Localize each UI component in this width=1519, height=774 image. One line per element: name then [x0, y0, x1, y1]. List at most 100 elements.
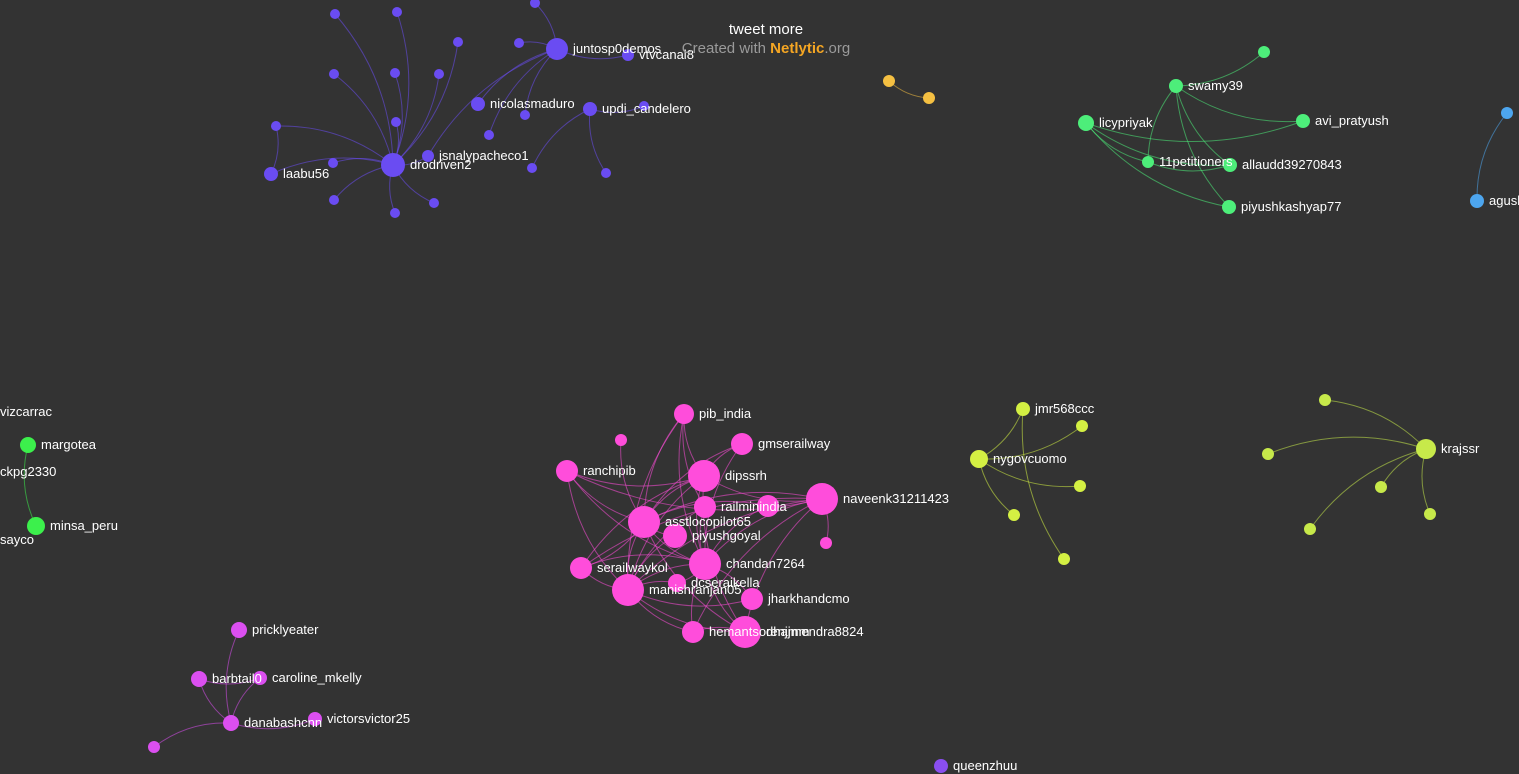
- node-label: caroline_mkelly: [272, 670, 362, 685]
- node[interactable]: [1058, 553, 1070, 565]
- node[interactable]: [329, 69, 339, 79]
- node-label: serailwaykol: [597, 560, 668, 575]
- node[interactable]: [601, 168, 611, 178]
- node-jharkhandcmo[interactable]: [741, 588, 763, 610]
- node-laabu56[interactable]: [264, 167, 278, 181]
- node-jmr568ccc[interactable]: [1016, 402, 1030, 416]
- node-pricklyeater[interactable]: [231, 622, 247, 638]
- node[interactable]: [520, 110, 530, 120]
- node-dipssrh[interactable]: [688, 460, 720, 492]
- node-agusl[interactable]: [1470, 194, 1484, 208]
- node-asstlocopilot65[interactable]: [628, 506, 660, 538]
- node-label: pricklyeater: [252, 622, 319, 637]
- node-queenzhuu[interactable]: [934, 759, 948, 773]
- node[interactable]: [392, 7, 402, 17]
- node-label: agusl: [1489, 193, 1519, 208]
- edge: [270, 125, 279, 175]
- node-margotea[interactable]: [20, 437, 36, 453]
- netlytic-credit: Created with Netlytic.org: [0, 39, 1519, 58]
- node-label: avi_pratyush: [1315, 113, 1389, 128]
- node-nygovcuomo[interactable]: [970, 450, 988, 468]
- node[interactable]: [923, 92, 935, 104]
- node-piyushkashyap77[interactable]: [1222, 200, 1236, 214]
- node[interactable]: [1501, 107, 1513, 119]
- node-avi_pratyush[interactable]: [1296, 114, 1310, 128]
- node[interactable]: [1074, 480, 1086, 492]
- edge: [1175, 85, 1230, 208]
- node-label: danabashcnn: [244, 715, 322, 730]
- node-label: 11petitioners: [1159, 154, 1233, 169]
- tweet-more-link[interactable]: tweet more: [0, 20, 1519, 39]
- node[interactable]: [328, 158, 338, 168]
- node-label: piyushkashyap77: [1241, 199, 1341, 214]
- node-label: queenzhuu: [953, 758, 1017, 773]
- node-label: vizcarrac: [0, 404, 53, 419]
- node[interactable]: [1076, 420, 1088, 432]
- edge: [1021, 408, 1065, 560]
- node-label: dipssrh: [725, 468, 767, 483]
- node-label: margotea: [41, 437, 97, 452]
- node-ranchipib[interactable]: [556, 460, 578, 482]
- node-label: nicolasmaduro: [490, 96, 575, 111]
- node-krajssr[interactable]: [1416, 439, 1436, 459]
- node-label: chandan7264: [726, 556, 805, 571]
- edge: [978, 458, 1015, 516]
- node[interactable]: [330, 9, 340, 19]
- node[interactable]: [1008, 509, 1020, 521]
- network-graph[interactable]: juntosp0demosvtvcanal8nicolasmaduro updi_…: [0, 0, 1519, 774]
- node[interactable]: [429, 198, 439, 208]
- node[interactable]: [484, 130, 494, 140]
- edge: [392, 41, 459, 166]
- node[interactable]: [271, 121, 281, 131]
- node-naveenk31211423[interactable]: [806, 483, 838, 515]
- node[interactable]: [390, 208, 400, 218]
- node-manishranjan05[interactable]: [612, 574, 644, 606]
- node[interactable]: [820, 537, 832, 549]
- node-updi_candelero[interactable]: [583, 102, 597, 116]
- edge: [589, 108, 607, 174]
- node-11petitioners[interactable]: [1142, 156, 1154, 168]
- node-gmserailway[interactable]: [731, 433, 753, 455]
- node[interactable]: [527, 163, 537, 173]
- node[interactable]: [615, 434, 627, 446]
- node-label: jmr568ccc: [1034, 401, 1095, 416]
- node-label: pib_india: [699, 406, 752, 421]
- node-label: barbtail0: [212, 671, 262, 686]
- node[interactable]: [434, 69, 444, 79]
- node-label: victorsvictor25: [327, 711, 410, 726]
- node[interactable]: [1424, 508, 1436, 520]
- node-label: manishranjan05: [649, 582, 742, 597]
- node[interactable]: [390, 68, 400, 78]
- node-danabashcnn[interactable]: [223, 715, 239, 731]
- node-label: nygovcuomo: [993, 451, 1067, 466]
- edge: [1267, 436, 1427, 455]
- netlytic-brand-link[interactable]: Netlytic: [770, 40, 824, 57]
- node[interactable]: [148, 741, 160, 753]
- node-licypriyak[interactable]: [1078, 115, 1094, 131]
- node[interactable]: [391, 117, 401, 127]
- node-nicolasmaduro[interactable]: [471, 97, 485, 111]
- node-label: naveenk31211423: [843, 491, 949, 506]
- node-label: piyushgoyal: [692, 528, 761, 543]
- credit-suffix: .org: [824, 40, 851, 57]
- node-label: krajssr: [1441, 441, 1480, 456]
- node-barbtail0[interactable]: [191, 671, 207, 687]
- node-drodriven2[interactable]: [381, 153, 405, 177]
- node-label: swamy39: [1188, 78, 1243, 93]
- node[interactable]: [883, 75, 895, 87]
- node[interactable]: [1262, 448, 1274, 460]
- header: tweet more Created with Netlytic.org: [0, 20, 1519, 58]
- node-label: updi_candelero: [602, 101, 691, 116]
- node-label: minsa_peru: [50, 518, 118, 533]
- edge: [1324, 399, 1427, 450]
- node[interactable]: [1375, 481, 1387, 493]
- node-serailwaykol[interactable]: [570, 557, 592, 579]
- node-label: allaudd39270843: [1242, 157, 1342, 172]
- node[interactable]: [329, 195, 339, 205]
- node[interactable]: [1304, 523, 1316, 535]
- node[interactable]: [1319, 394, 1331, 406]
- node-hemantsorenjmm[interactable]: [682, 621, 704, 643]
- node-pib_india[interactable]: [674, 404, 694, 424]
- node-swamy39[interactable]: [1169, 79, 1183, 93]
- nodes-layer: [20, 0, 1513, 773]
